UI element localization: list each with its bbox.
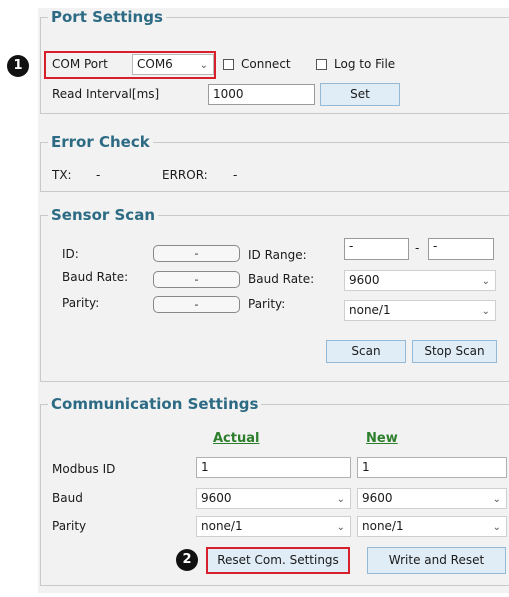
modbus-id-actual: 1: [196, 457, 351, 478]
sensor-id-label: ID:: [62, 247, 79, 261]
callout-badge-1: 1: [7, 55, 29, 77]
sensor-scan-title: Sensor Scan: [48, 206, 159, 224]
connect-checkbox[interactable]: [223, 59, 234, 70]
modbus-id-label: Modbus ID: [52, 462, 116, 476]
read-interval-input[interactable]: 1000: [208, 84, 315, 105]
id-range-label: ID Range:: [248, 248, 307, 262]
write-and-reset-button[interactable]: Write and Reset: [367, 547, 506, 574]
sensor-parity-label: Parity:: [62, 296, 100, 310]
scan-baud-rate-label: Baud Rate:: [248, 272, 315, 286]
scan-button[interactable]: Scan: [326, 340, 406, 363]
chevron-down-icon: ⌄: [492, 494, 501, 505]
baud-new-value: 9600: [362, 491, 393, 505]
error-value: -: [233, 168, 238, 182]
baud-label: Baud: [52, 491, 83, 505]
stop-scan-button[interactable]: Stop Scan: [412, 340, 497, 363]
parity-label: Parity: [52, 519, 87, 533]
sensor-id-value: -: [153, 245, 240, 262]
error-label: ERROR:: [162, 168, 208, 182]
baud-new-select[interactable]: 9600 ⌄: [357, 488, 507, 509]
scan-baud-rate-value: 9600: [349, 273, 380, 287]
modbus-id-new-input[interactable]: 1: [357, 457, 507, 478]
scan-parity-label: Parity:: [248, 297, 286, 311]
sensor-parity-value: -: [153, 296, 240, 313]
parity-new-value: none/1: [362, 519, 404, 533]
callout-badge-2: 2: [176, 549, 198, 571]
sensor-baud-label: Baud Rate:: [62, 270, 129, 284]
read-interval-label: Read Interval[ms]: [52, 87, 160, 101]
error-check-title: Error Check: [48, 133, 153, 151]
baud-actual-select[interactable]: 9600 ⌄: [196, 488, 351, 509]
com-port-highlight: [44, 51, 216, 79]
scan-baud-rate-select[interactable]: 9600 ⌄: [344, 270, 496, 291]
chevron-down-icon: ⌄: [481, 306, 490, 317]
chevron-down-icon: ⌄: [336, 522, 345, 533]
id-range-to-input[interactable]: -: [428, 238, 494, 260]
tx-value: -: [96, 168, 101, 182]
tx-label: TX:: [52, 168, 72, 182]
connect-label: Connect: [241, 57, 291, 71]
set-button[interactable]: Set: [320, 83, 400, 106]
log-to-file-checkbox[interactable]: [316, 59, 327, 70]
chevron-down-icon: ⌄: [336, 494, 345, 505]
log-to-file-label: Log to File: [334, 57, 396, 71]
baud-actual-value: 9600: [201, 491, 232, 505]
comm-settings-title: Communication Settings: [48, 395, 262, 413]
id-range-separator: -: [415, 241, 420, 255]
port-settings-title: Port Settings: [48, 8, 166, 26]
sensor-baud-value: -: [153, 271, 240, 288]
chevron-down-icon: ⌄: [481, 276, 490, 287]
scan-parity-value: none/1: [349, 303, 391, 317]
actual-column-header: Actual: [213, 431, 260, 446]
chevron-down-icon: ⌄: [492, 522, 501, 533]
reset-com-settings-button[interactable]: Reset Com. Settings: [206, 547, 350, 574]
id-range-from-input[interactable]: -: [344, 238, 409, 260]
parity-actual-select[interactable]: none/1 ⌄: [196, 516, 351, 537]
scan-parity-select[interactable]: none/1 ⌄: [344, 300, 496, 321]
parity-actual-value: none/1: [201, 519, 243, 533]
parity-new-select[interactable]: none/1 ⌄: [357, 516, 507, 537]
new-column-header: New: [366, 431, 398, 446]
